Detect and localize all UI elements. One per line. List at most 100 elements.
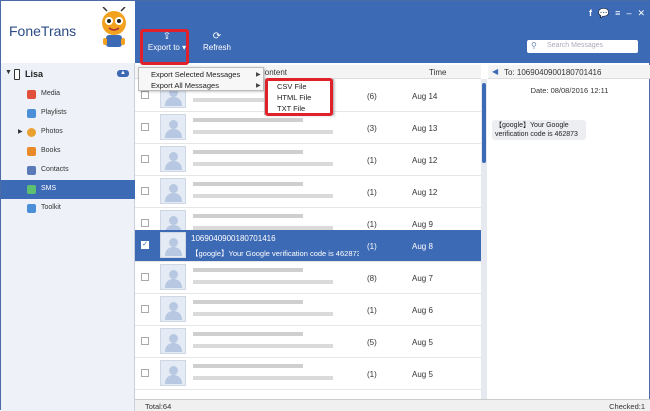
message-count: (3) (367, 124, 377, 133)
sender-placeholder (193, 300, 303, 304)
sender-placeholder (193, 364, 303, 368)
menu-item-export-selected[interactable]: Export Selected Messages (151, 70, 240, 79)
sidebar-item-media[interactable]: Media (1, 85, 135, 104)
mascot-logo-icon (102, 7, 126, 47)
message-date: Aug 14 (412, 92, 438, 101)
avatar (160, 114, 186, 140)
row-checkbox[interactable] (141, 123, 149, 131)
sender-placeholder (193, 150, 303, 154)
row-checkbox[interactable] (141, 155, 149, 163)
refresh-button[interactable]: ⟳ Refresh (193, 31, 241, 59)
sidebar-item-playlists[interactable]: Playlists (1, 104, 135, 123)
refresh-label: Refresh (202, 43, 231, 52)
scrollbar-thumb[interactable] (482, 83, 486, 163)
menu-icon[interactable]: ≡ (615, 8, 620, 18)
message-date: Aug 5 (412, 338, 433, 347)
app-window: FoneTrans ▼ Lisa ▲ Media Playlists ▶ Pho… (0, 0, 650, 411)
preview-placeholder (193, 312, 333, 316)
message-date: Aug 5 (412, 370, 433, 379)
list-item[interactable]: (1) Aug 5 (135, 358, 481, 390)
sender-number: 1069040900180701416 (191, 234, 276, 243)
row-checkbox[interactable] (141, 337, 149, 345)
sidebar-item-photos[interactable]: ▶ Photos (1, 123, 135, 142)
expand-caret-icon[interactable]: ▶ (18, 128, 23, 135)
preview-placeholder (193, 280, 333, 284)
search-input[interactable]: ⚲ Search Messages (527, 40, 638, 53)
refresh-icon: ⟳ (212, 31, 222, 42)
message-count: (6) (367, 92, 377, 101)
sidebar-item-label: Playlists (41, 109, 67, 116)
sidebar-item-label: Media (41, 90, 61, 97)
message-count: (1) (367, 188, 377, 197)
eject-icon[interactable]: ▲ (117, 70, 129, 77)
facebook-icon[interactable]: f (589, 8, 592, 18)
chat-icon[interactable]: 💬 (598, 8, 609, 19)
collapse-caret-icon[interactable]: ▼ (5, 69, 12, 76)
playlist-icon (27, 109, 36, 118)
sidebar-item-label: SMS (41, 185, 57, 192)
row-checkbox[interactable] (141, 305, 149, 313)
sidebar: FoneTrans ▼ Lisa ▲ Media Playlists ▶ Pho… (1, 1, 135, 411)
message-count: (1) (367, 370, 377, 379)
row-checkbox[interactable] (141, 369, 149, 377)
list-item-selected[interactable]: ✓ 1069040900180701416 【google】Your Googl… (135, 230, 481, 262)
submenu-arrow-icon: ▶ (256, 72, 261, 78)
preview-placeholder (193, 194, 333, 198)
sidebar-item-books[interactable]: Books (1, 142, 135, 161)
preview-placeholder (193, 130, 333, 134)
message-preview: 【google】Your Google verification code is… (191, 249, 359, 258)
message-bubble: 【google】Your Google verification code is… (492, 120, 586, 140)
recipient-label: To: 1069040900180701416 (504, 68, 602, 77)
submenu-arrow-icon: ▶ (256, 83, 261, 89)
list-item[interactable]: (5) Aug 5 (135, 326, 481, 358)
music-icon (27, 90, 36, 99)
row-checkbox[interactable] (141, 219, 149, 227)
message-date: Aug 7 (412, 274, 433, 283)
status-bar: Total:64 Checked:1 (135, 399, 650, 411)
row-checkbox[interactable] (141, 273, 149, 281)
toolkit-icon (27, 204, 36, 213)
contacts-icon (27, 166, 36, 175)
list-item[interactable]: (1) Aug 12 (135, 176, 481, 208)
message-date-line: Date: 08/08/2016 12:11 (530, 86, 609, 95)
preview-placeholder (193, 344, 333, 348)
sender-placeholder (193, 268, 303, 272)
list-item[interactable]: (8) Aug 7 (135, 262, 481, 294)
list-item[interactable]: (3) Aug 13 (135, 112, 481, 144)
sidebar-item-label: Books (41, 147, 61, 154)
toolbar: f 💬 ≡ – ✕ ⇪ Export to ▾ ⟳ Refresh (135, 1, 650, 63)
menu-item-export-all[interactable]: Export All Messages (151, 81, 219, 90)
sender-placeholder (193, 182, 303, 186)
list-item[interactable]: (1) Aug 6 (135, 294, 481, 326)
message-count: (8) (367, 274, 377, 283)
sidebar-item-contacts[interactable]: Contacts (1, 161, 135, 180)
photos-icon (27, 128, 36, 137)
export-highlight-box (140, 29, 189, 65)
app-name: FoneTrans (9, 23, 77, 39)
sidebar-item-label: Toolkit (41, 204, 61, 211)
export-menu: Export Selected Messages ▶ Export All Me… (138, 67, 264, 91)
message-count: (1) (367, 156, 377, 165)
preview-placeholder (193, 162, 333, 166)
sidebar-item-sms[interactable]: SMS (1, 180, 135, 199)
message-date: Aug 8 (412, 242, 433, 251)
sender-placeholder (193, 118, 303, 122)
sender-placeholder (193, 214, 303, 218)
close-icon[interactable]: ✕ (637, 8, 645, 19)
row-checkbox-checked[interactable]: ✓ (141, 241, 149, 249)
avatar (160, 360, 186, 386)
column-time[interactable]: Time (429, 68, 446, 77)
window-controls: f 💬 ≡ – ✕ (589, 7, 645, 19)
row-checkbox[interactable] (141, 187, 149, 195)
row-checkbox[interactable] (141, 91, 149, 99)
device-item[interactable]: ▼ Lisa ▲ (1, 67, 135, 83)
list-item[interactable]: (1) Aug 12 (135, 144, 481, 176)
sidebar-item-label: Photos (41, 128, 63, 135)
minimize-icon[interactable]: – (626, 8, 631, 18)
search-placeholder: Search Messages (547, 42, 604, 49)
sidebar-item-toolkit[interactable]: Toolkit (1, 199, 135, 218)
message-count: (5) (367, 338, 377, 347)
format-highlight-box (265, 78, 333, 116)
device-name: Lisa (25, 69, 44, 79)
preview-placeholder (193, 376, 333, 380)
